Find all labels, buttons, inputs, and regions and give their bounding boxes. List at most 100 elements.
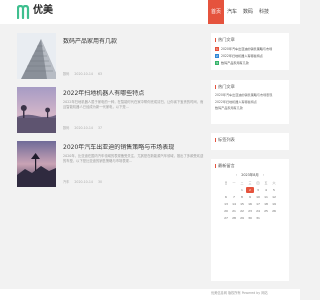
- nav-item-digital[interactable]: 数码: [240, 0, 256, 24]
- calendar-day[interactable]: 27: [222, 215, 230, 221]
- post-meta: 数码 2020-10-14 63: [63, 71, 106, 76]
- calendar-weekday: 四: [256, 181, 260, 185]
- calendar-day[interactable]: 5: [270, 187, 278, 193]
- tags-widget: 标签列表: [211, 133, 289, 150]
- widget-title-text: 热门文章: [218, 84, 235, 89]
- post-excerpt: 2020年，比亚迪在国内汽车领域的表现备受关注，尤其是在新能源汽车领域，推出了多…: [63, 154, 204, 163]
- post-title[interactable]: 2022年扫地机器人有哪些特点: [63, 90, 204, 98]
- post-views: 63: [97, 72, 102, 76]
- post-thumbnail[interactable]: [17, 141, 56, 187]
- calendar-day[interactable]: 30: [246, 215, 254, 221]
- calendar-empty-cell: [270, 215, 278, 221]
- calendar-day[interactable]: 31: [254, 215, 262, 221]
- post-date: 2020-10-14: [74, 180, 93, 184]
- site-logo-icon[interactable]: [17, 5, 31, 19]
- calendar-grid: 日一二三四五六 1 2 3 4 5 6 7 8 9 10 11 12 13 14 15 16 17 18 19 20 21…: [211, 180, 289, 221]
- widget-title-text: 热门文章: [218, 37, 235, 42]
- calendar-weekday: 三: [248, 181, 252, 185]
- rank-badge: 3: [215, 60, 219, 65]
- calendar-day[interactable]: 9: [246, 194, 254, 200]
- hot-article-label[interactable]: 数码产品家用有几款: [221, 61, 249, 65]
- calendar-day[interactable]: 23: [246, 208, 254, 214]
- calendar-day[interactable]: 29: [238, 215, 246, 221]
- site-name[interactable]: 优美: [33, 4, 53, 18]
- post-category[interactable]: 数码: [63, 72, 69, 76]
- calendar-day[interactable]: 1: [238, 187, 246, 193]
- post-date: 2020-10-14: [74, 126, 93, 130]
- hot-articles-widget: 热门文章 1 2020年汽车出亚迪的销售策略与市场 2 2022年扫地机器人有哪…: [211, 33, 289, 70]
- calendar-day[interactable]: 10: [254, 194, 262, 200]
- calendar-widget: 最新留言 ‹ 2023年8月 › 日一二三四五六 1 2 3 4 5 6 7 8 9 10 11 12 1…: [211, 159, 289, 281]
- calendar-day[interactable]: 2: [246, 187, 254, 193]
- calendar-day[interactable]: 21: [230, 208, 238, 214]
- calendar-day[interactable]: 4: [262, 187, 270, 193]
- site-header: 优美 首页 汽车 数码 科技: [0, 0, 300, 24]
- calendar-empty-cell: [230, 187, 238, 193]
- calendar-header: ‹ 2023年8月 ›: [211, 172, 289, 178]
- calendar-day[interactable]: 17: [254, 201, 262, 207]
- nav-item-cars[interactable]: 汽车: [224, 0, 240, 24]
- widget-title: 最新留言: [211, 159, 289, 168]
- post-title[interactable]: 2020年汽车出亚迪的销售策略与市场表现: [63, 144, 204, 152]
- post-category[interactable]: 汽车: [63, 180, 69, 184]
- main-nav: 首页 汽车 数码 科技: [208, 0, 272, 24]
- calendar-day[interactable]: 16: [246, 201, 254, 207]
- calendar-day[interactable]: 18: [262, 201, 270, 207]
- hot-article-item[interactable]: 3 数码产品家用有几款: [215, 59, 285, 66]
- nav-item-tech[interactable]: 科技: [256, 0, 272, 24]
- post-meta: 数码 2020-10-14 37: [63, 125, 106, 130]
- nav-item-home[interactable]: 首页: [208, 0, 225, 24]
- calendar-month: 2023年8月: [241, 173, 259, 177]
- recommended-widget: 热门文章 2020年汽车出亚迪的销售策略与市场表现 2022年扫地机器人有哪些特…: [211, 80, 289, 124]
- hot-article-label[interactable]: 2020年汽车出亚迪的销售策略与市场: [221, 47, 272, 51]
- recommended-link[interactable]: 数码产品家用有几款: [215, 105, 285, 112]
- post-thumbnail[interactable]: [17, 87, 56, 133]
- rank-badge: 2: [215, 53, 219, 58]
- hot-article-item[interactable]: 2 2022年扫地机器人有哪些特点: [215, 52, 285, 59]
- post-card[interactable]: 2020年汽车出亚迪的销售策略与市场表现 2020年，比亚迪在国内汽车领域的表现…: [17, 141, 204, 187]
- calendar-weekday: 二: [240, 181, 244, 185]
- calendar-day[interactable]: 6: [222, 194, 230, 200]
- calendar-day[interactable]: 20: [222, 208, 230, 214]
- calendar-day[interactable]: 14: [230, 201, 238, 207]
- hot-article-label[interactable]: 2022年扫地机器人有哪些特点: [221, 54, 263, 58]
- calendar-day[interactable]: 26: [270, 208, 278, 214]
- post-title[interactable]: 数码产品家用有几款: [63, 38, 204, 46]
- widget-title-text: 标签列表: [218, 137, 235, 142]
- chevron-right-icon[interactable]: ›: [263, 173, 264, 177]
- calendar-day[interactable]: 22: [238, 208, 246, 214]
- calendar-day[interactable]: 25: [262, 208, 270, 214]
- calendar-weekday: 六: [272, 181, 276, 185]
- calendar-weekday: 日: [224, 181, 228, 185]
- post-card[interactable]: 2022年扫地机器人有哪些特点 2022年扫地机器人属于家电的一种，在智能时代在…: [17, 87, 204, 133]
- calendar-day[interactable]: 12: [270, 194, 278, 200]
- widget-title: 标签列表: [211, 133, 289, 142]
- widget-title: 热门文章: [211, 33, 289, 42]
- rank-badge: 1: [215, 46, 219, 51]
- calendar-day[interactable]: 19: [270, 201, 278, 207]
- widget-title: 热门文章: [211, 80, 289, 89]
- widget-title-text: 最新留言: [218, 163, 235, 168]
- hot-article-item[interactable]: 1 2020年汽车出亚迪的销售策略与市场: [215, 45, 285, 52]
- calendar-day[interactable]: 8: [238, 194, 246, 200]
- calendar-empty-cell: [222, 187, 230, 193]
- post-views: 30: [97, 180, 102, 184]
- calendar-day[interactable]: 28: [230, 215, 238, 221]
- calendar-weekday: 五: [264, 181, 268, 185]
- calendar-weekday: 一: [232, 181, 236, 185]
- calendar-day[interactable]: 24: [254, 208, 262, 214]
- post-meta: 汽车 2020-10-14 30: [63, 179, 106, 184]
- chevron-left-icon[interactable]: ‹: [236, 173, 237, 177]
- post-card[interactable]: 数码产品家用有几款 数码 2020-10-14 63: [17, 33, 204, 79]
- calendar-empty-cell: [262, 215, 270, 221]
- site-footer: 优美信息网 版权所有 Powered by 网站: [0, 289, 300, 300]
- calendar-day[interactable]: 11: [262, 194, 270, 200]
- post-date: 2020-10-14: [74, 72, 93, 76]
- post-thumbnail[interactable]: [17, 33, 56, 79]
- post-category[interactable]: 数码: [63, 126, 69, 130]
- calendar-day[interactable]: 3: [254, 187, 262, 193]
- calendar-day[interactable]: 15: [238, 201, 246, 207]
- calendar-day[interactable]: 13: [222, 201, 230, 207]
- calendar-day[interactable]: 7: [230, 194, 238, 200]
- post-excerpt: 2022年扫地机器人属于家电的一种，在智能时代在家中帮你完成清扫，让你省下宝贵的…: [63, 100, 204, 109]
